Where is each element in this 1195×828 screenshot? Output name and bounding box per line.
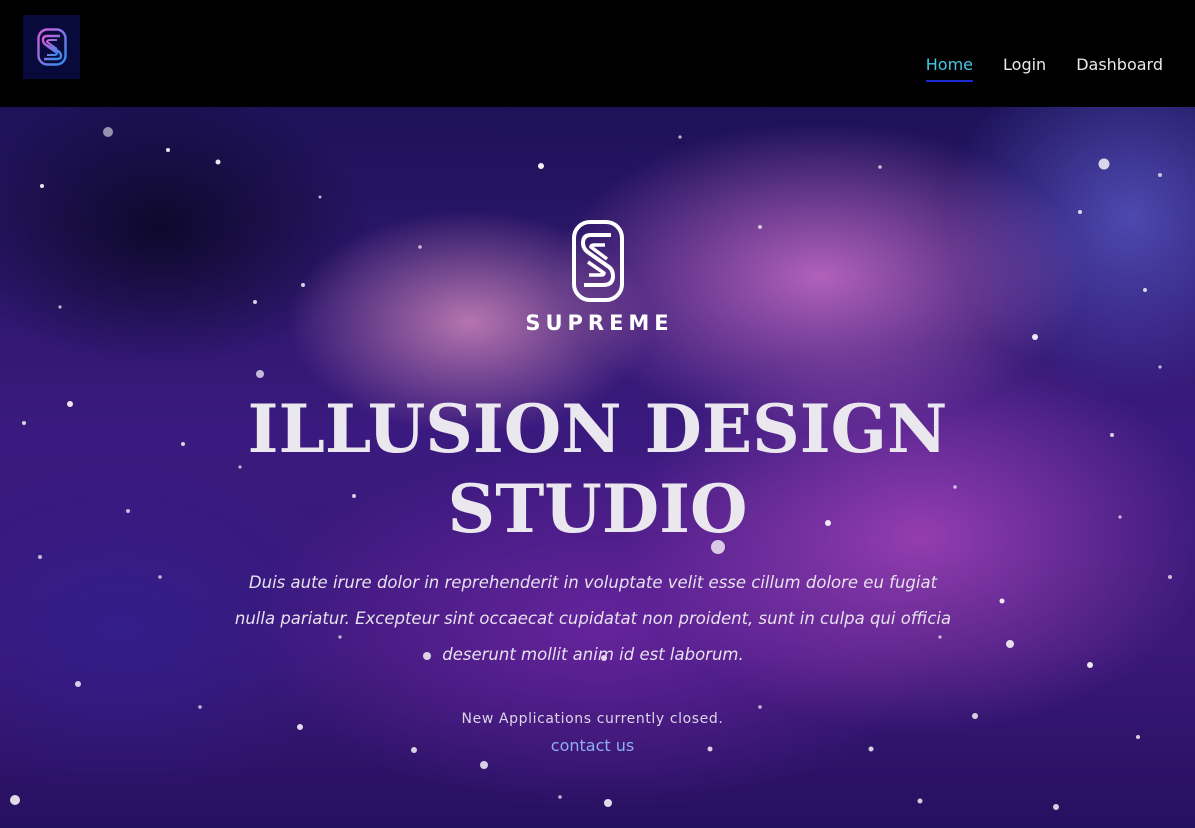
hero-section: SUPREME ILLUSION DESIGN STUDIO Duis aute… [0,107,1195,828]
site-logo[interactable] [23,15,80,79]
nav-links: Home Login Dashboard [925,55,1163,82]
hero-title-line2: STUDIO [447,470,748,548]
hero-description: Duis aute irure dolor in reprehenderit i… [234,573,952,664]
contact-us-link[interactable]: contact us [0,736,1185,755]
brand-wordmark: SUPREME [525,311,674,335]
hero-title-line1: ILLUSION DESIGN [247,390,948,468]
supreme-s-logo-icon [36,28,67,66]
supreme-s-monogram-icon [571,220,624,302]
hero-brand-logo: SUPREME [0,219,1195,335]
hero-title: ILLUSION DESIGN STUDIO [0,389,1195,549]
nav-link-dashboard[interactable]: Dashboard [1076,55,1163,82]
nav-link-login[interactable]: Login [1003,55,1046,82]
top-navbar: Home Login Dashboard [0,0,1195,107]
applications-status-note: New Applications currently closed. [461,711,724,727]
nav-link-home[interactable]: Home [925,55,974,82]
